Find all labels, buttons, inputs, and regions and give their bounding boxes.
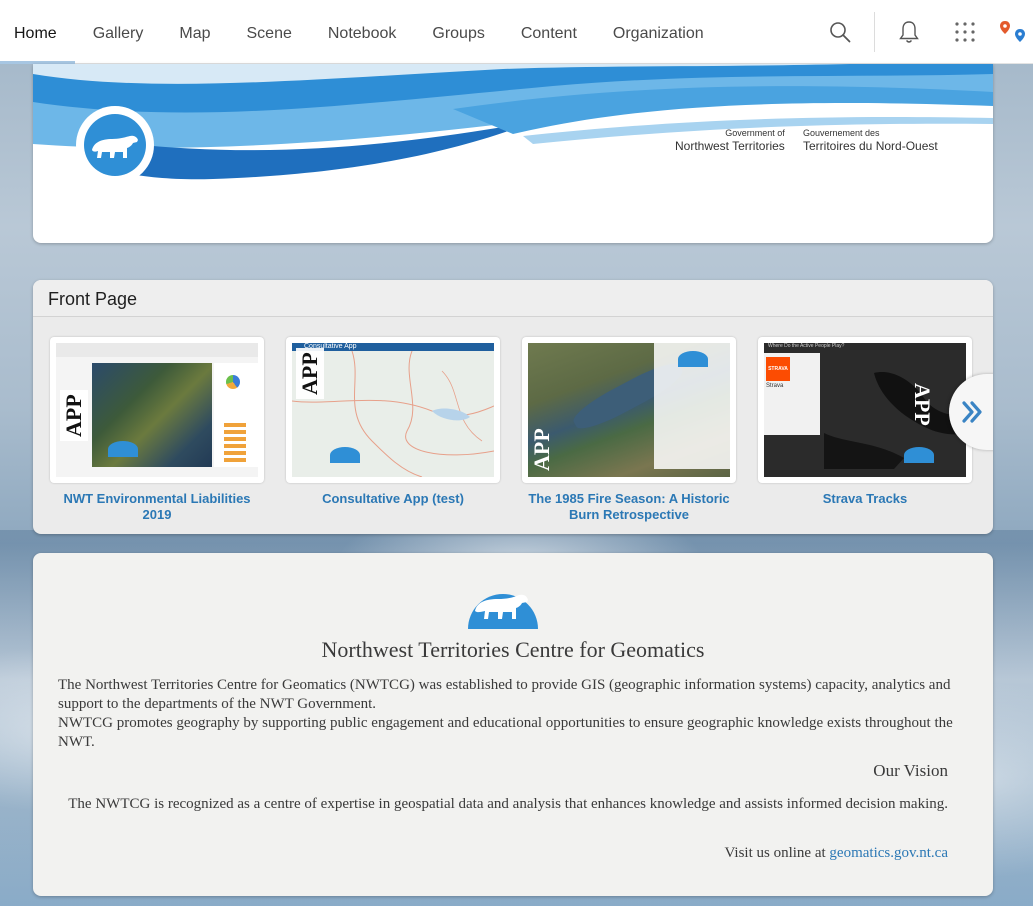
about-paragraph-2: NWTCG promotes geography by supporting p…	[58, 715, 953, 750]
card-title-link[interactable]: The 1985 Fire Season: A Historic Burn Re…	[522, 491, 736, 523]
gov-en-name: Northwest Territories	[675, 139, 785, 153]
double-chevron-right-icon	[962, 401, 982, 423]
about-paragraph-1: The Northwest Territories Centre for Geo…	[58, 677, 951, 712]
nav-groups[interactable]: Groups	[414, 0, 502, 64]
app-type-label: APP	[529, 428, 554, 471]
top-navigation-bar: Home Gallery Map Scene Notebook Groups C…	[0, 0, 1033, 64]
user-menu-button[interactable]	[993, 0, 1033, 64]
gov-fr-name: Territoires du Nord-Ouest	[803, 139, 938, 153]
banner-waves-graphic	[33, 64, 993, 180]
nav-links: Home Gallery Map Scene Notebook Groups C…	[0, 0, 722, 64]
app-launcher-button[interactable]	[937, 0, 993, 64]
map-pins-icon	[1000, 21, 1025, 42]
thumbnail-sidebar	[56, 343, 258, 357]
nav-content[interactable]: Content	[503, 0, 595, 64]
visit-line: Visit us online at geomatics.gov.nt.ca	[724, 845, 948, 862]
government-name-english: Government of Northwest Territories	[675, 127, 785, 152]
visit-prefix: Visit us online at	[724, 845, 826, 861]
nav-tools	[812, 0, 1033, 64]
app-type-label: APP	[60, 390, 88, 441]
card-title-link[interactable]: Strava Tracks	[758, 491, 972, 507]
gallery-card-strava-tracks[interactable]: Where Do the Active People Play? STRAVA …	[758, 337, 972, 523]
card-thumbnail[interactable]: APP	[50, 337, 264, 483]
thumbnail-logo	[904, 447, 934, 463]
card-thumbnail[interactable]: Where Do the Active People Play? STRAVA …	[758, 337, 972, 483]
gallery-cards: APP NWT Environmental Liabilities 2019 C…	[50, 337, 972, 523]
website-link[interactable]: geomatics.gov.nt.ca	[829, 845, 948, 861]
header-banner: Government of Northwest Territories Gouv…	[33, 64, 993, 243]
nav-gallery[interactable]: Gallery	[75, 0, 162, 64]
gov-en-prefix: Government of	[725, 128, 785, 138]
nav-organization[interactable]: Organization	[595, 0, 722, 64]
card-thumbnail[interactable]: Consultative App APP	[286, 337, 500, 483]
notifications-button[interactable]	[881, 0, 937, 64]
app-type-label: APP	[910, 383, 935, 426]
gallery-card-1985-fire-season[interactable]: APP The 1985 Fire Season: A Historic Bur…	[522, 337, 736, 523]
thumbnail-logo	[330, 447, 360, 463]
about-title: Northwest Territories Centre for Geomati…	[321, 637, 705, 662]
about-panel: Northwest Territories Centre for Geomati…	[33, 553, 993, 896]
app-launcher-icon	[955, 22, 975, 42]
card-title-link[interactable]: Consultative App (test)	[286, 491, 500, 507]
thumbnail-map-image	[528, 343, 730, 477]
nav-home[interactable]: Home	[0, 0, 75, 64]
gallery-title: Front Page	[33, 280, 993, 317]
thumbnail-chart-panel	[214, 363, 258, 467]
pie-chart-shape	[226, 375, 240, 389]
polar-bear-icon	[84, 114, 146, 176]
card-title-link[interactable]: NWT Environmental Liabilities 2019	[50, 491, 264, 523]
about-description: The Northwest Territories Centre for Geo…	[58, 676, 958, 752]
gallery-card-consultative-app[interactable]: Consultative App APP Consultative App (t…	[286, 337, 500, 523]
card-thumbnail[interactable]: APP	[522, 337, 736, 483]
vision-heading: Our Vision	[873, 761, 948, 780]
thumbnail-logo	[678, 351, 708, 367]
search-button[interactable]	[812, 0, 868, 64]
nav-scene[interactable]: Scene	[229, 0, 310, 64]
search-icon	[830, 22, 851, 43]
nwtcg-logo	[467, 567, 539, 634]
bell-icon	[899, 21, 919, 43]
nav-map[interactable]: Map	[161, 0, 228, 64]
nav-notebook[interactable]: Notebook	[310, 0, 415, 64]
thumbnail-logo	[108, 441, 138, 457]
gallery-card-environmental-liabilities[interactable]: APP NWT Environmental Liabilities 2019	[50, 337, 264, 523]
government-name-french: Gouvernement des Territoires du Nord-Oue…	[803, 127, 938, 152]
polar-bear-icon	[468, 593, 538, 629]
gov-fr-prefix: Gouvernement des	[803, 128, 880, 138]
app-type-label: APP	[296, 348, 324, 399]
toolbar-divider	[874, 12, 875, 52]
vision-statement: The NWTCG is recognized as a centre of e…	[68, 796, 948, 812]
front-page-gallery: Front Page APP NWT Environmental Liabili…	[33, 280, 993, 534]
nwt-bear-logo	[76, 106, 154, 184]
bar-chart-shape	[224, 423, 246, 463]
